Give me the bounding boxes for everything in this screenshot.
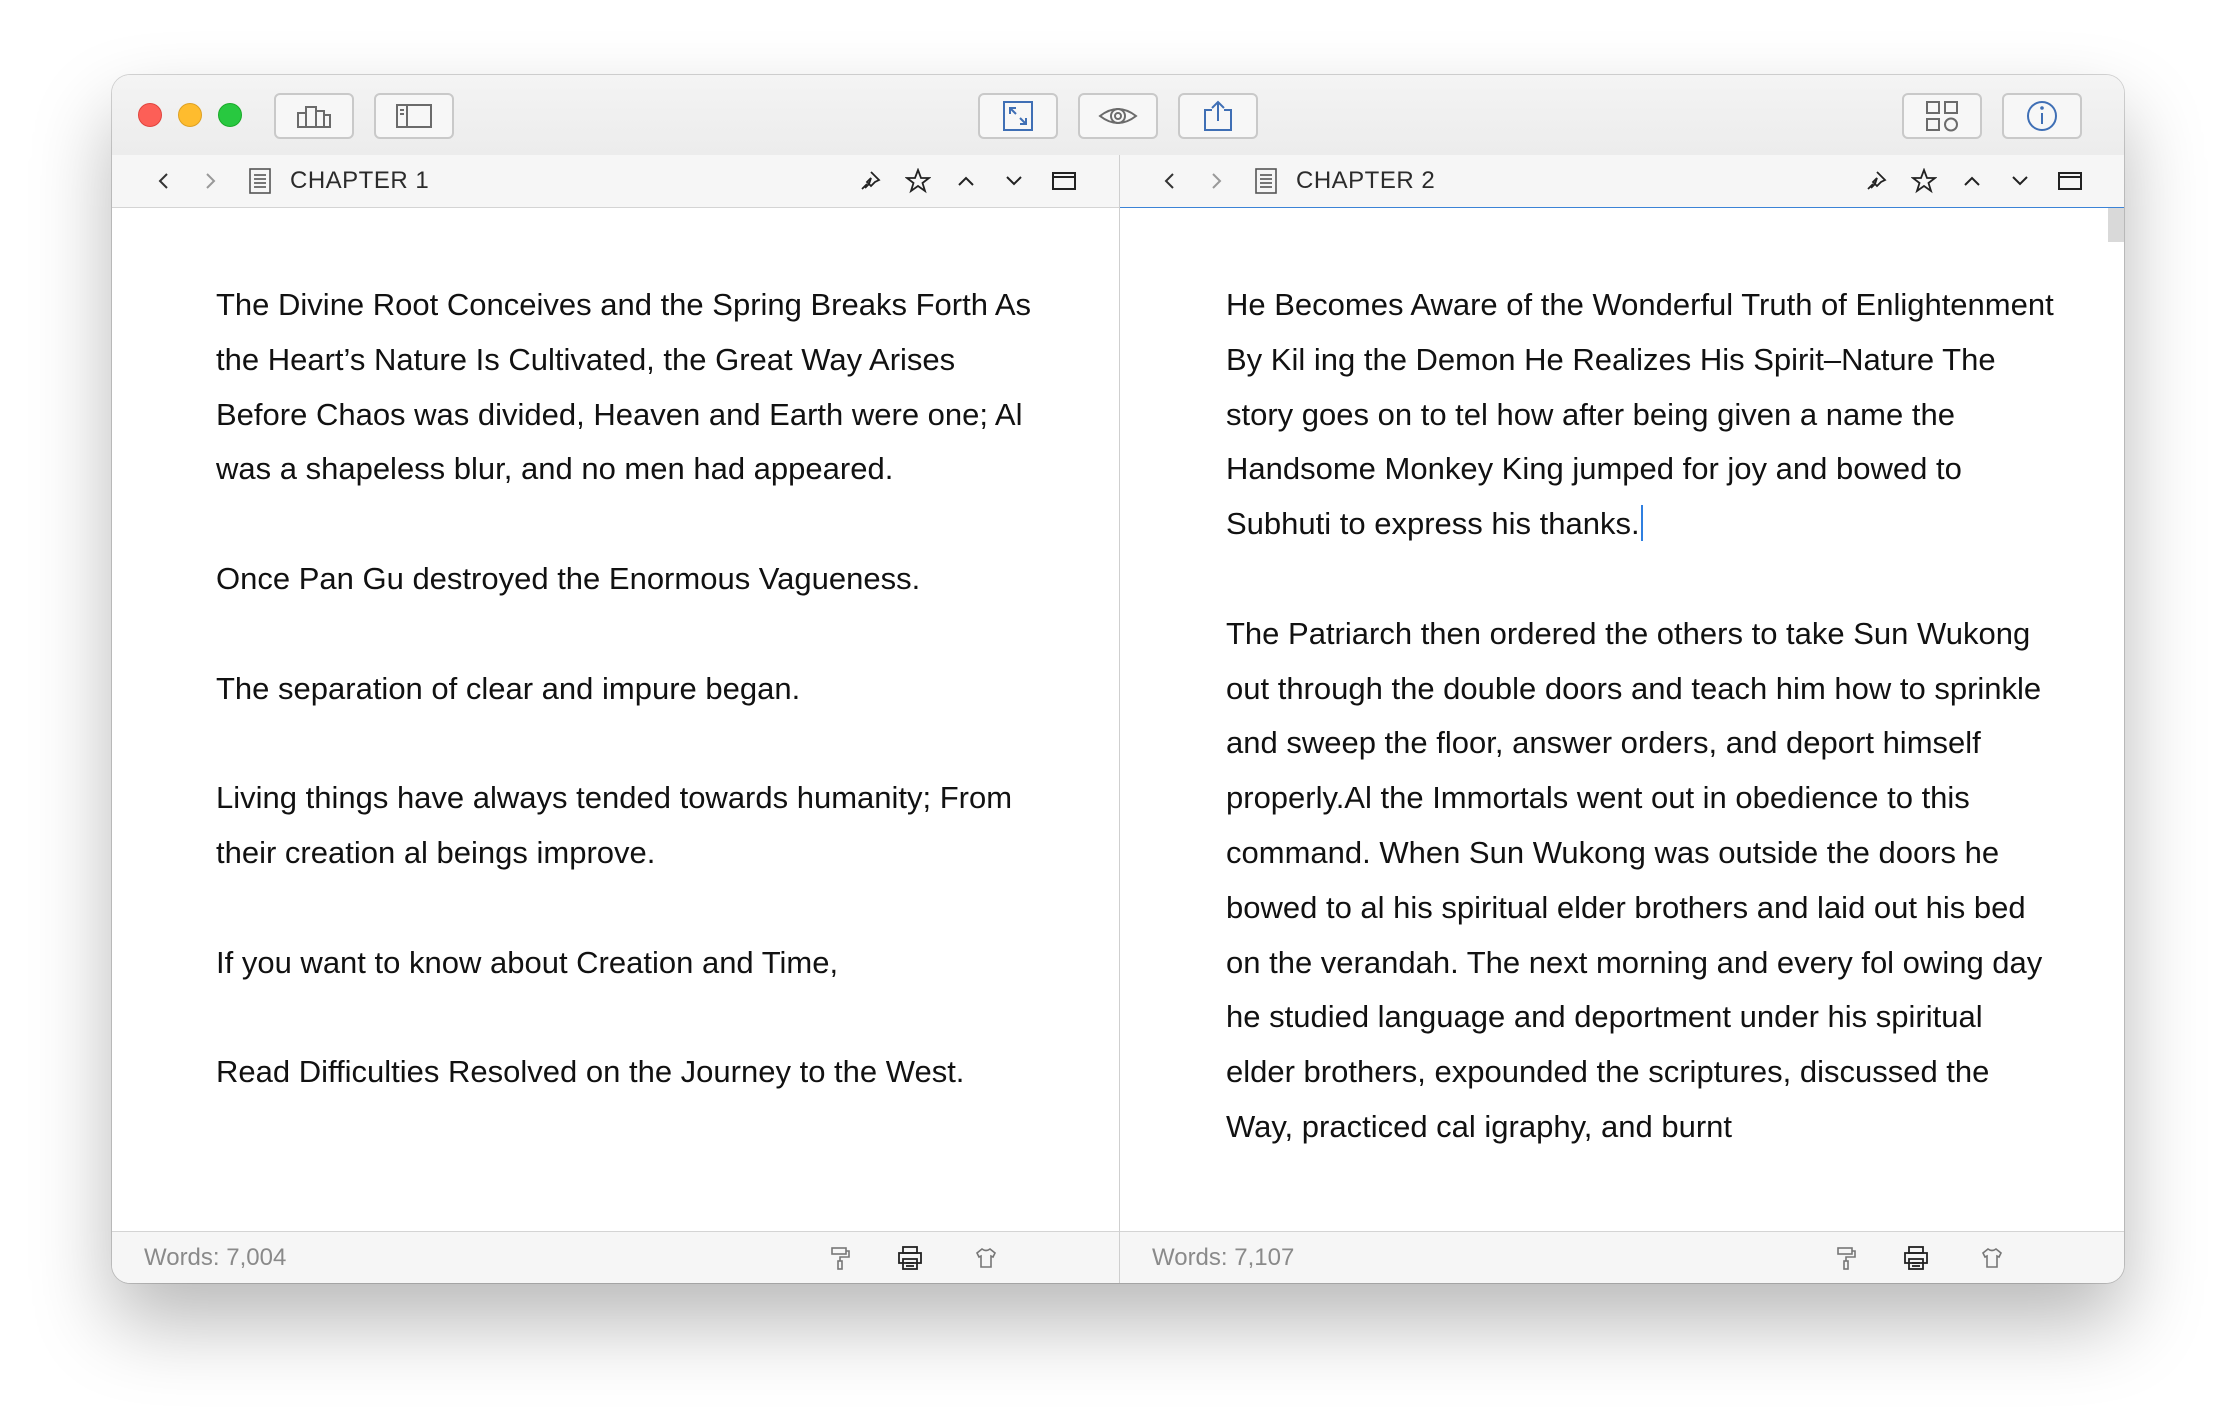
preview-button[interactable] [1078, 93, 1158, 139]
document-icon [1248, 155, 1284, 207]
pin-button[interactable] [852, 155, 888, 207]
forward-button[interactable] [1198, 155, 1234, 207]
paragraph-text[interactable]: He Becomes Aware of the Wonderful Truth … [1226, 287, 2054, 541]
eye-icon [1098, 108, 1138, 124]
right-footer: Words: 7,107 [1120, 1231, 2124, 1283]
synopsis-button[interactable] [968, 1232, 1004, 1283]
info-button[interactable] [2002, 93, 2082, 139]
word-count: Words: 7,107 [1152, 1244, 1295, 1271]
expand-arrows-icon [1003, 101, 1033, 131]
split-view-button[interactable] [2052, 155, 2088, 207]
printer-icon [1904, 1246, 1928, 1270]
paragraph[interactable]: The Patriarch then ordered the others to… [1226, 607, 2056, 1155]
chevron-up-icon [1964, 176, 1980, 186]
printer-icon [898, 1246, 922, 1270]
text-cursor [1640, 505, 1643, 542]
close-window-button[interactable] [138, 103, 162, 127]
star-icon [905, 168, 931, 194]
back-button[interactable] [1152, 155, 1188, 207]
pin-button[interactable] [1858, 155, 1894, 207]
next-document-button[interactable] [996, 155, 1032, 207]
corkboard-button[interactable] [1902, 93, 1982, 139]
target-button[interactable] [1898, 1232, 1934, 1283]
paragraph[interactable]: Living things have always tended towards… [216, 771, 1036, 881]
window-icon [2058, 172, 2082, 190]
split-view-button[interactable] [1046, 155, 1082, 207]
app-window: CHAPTER 1 CHAPTER 2 The Divine Root Conc… [112, 75, 2124, 1283]
shirt-icon [975, 1247, 997, 1268]
window-icon [1052, 172, 1076, 190]
paint-roller-icon [831, 1247, 850, 1270]
chapter-title[interactable]: CHAPTER 2 [1296, 155, 1435, 207]
synopsis-button[interactable] [1974, 1232, 2010, 1283]
right-editor[interactable]: He Becomes Aware of the Wonderful Truth … [1120, 208, 2124, 1231]
star-icon [1911, 168, 1937, 194]
maximize-window-button[interactable] [218, 103, 242, 127]
scrollbar-thumb[interactable] [2108, 208, 2124, 242]
paragraph[interactable]: The Divine Root Conceives and the Spring… [216, 278, 1036, 497]
back-button[interactable] [146, 155, 182, 207]
paragraph[interactable]: If you want to know about Creation and T… [216, 936, 1036, 991]
right-pane-header: CHAPTER 2 [1120, 155, 2124, 209]
paragraph[interactable]: Once Pan Gu destroyed the Enormous Vague… [216, 552, 1036, 607]
pin-icon [861, 171, 881, 190]
formatting-button[interactable] [1828, 1232, 1864, 1283]
chevron-down-icon [1006, 176, 1022, 186]
previous-document-button[interactable] [948, 155, 984, 207]
left-editor[interactable]: The Divine Root Conceives and the Spring… [112, 208, 1119, 1231]
info-icon [2027, 101, 2057, 131]
export-button[interactable] [1178, 93, 1258, 139]
pin-icon [1867, 171, 1887, 190]
paragraph[interactable]: Read Difficulties Resolved on the Journe… [216, 1045, 1036, 1100]
bookmark-button[interactable] [1906, 155, 1942, 207]
previous-document-button[interactable] [1954, 155, 1990, 207]
formatting-button[interactable] [822, 1232, 858, 1283]
chevron-down-icon [2012, 176, 2028, 186]
grid-shapes-icon [1926, 101, 1958, 132]
left-footer: Words: 7,004 [112, 1231, 1119, 1283]
paragraph[interactable]: The separation of clear and impure began… [216, 662, 1036, 717]
chapter-title[interactable]: CHAPTER 1 [290, 155, 429, 207]
document-icon [242, 155, 278, 207]
share-icon [1204, 100, 1232, 131]
chevron-left-icon [1164, 173, 1174, 189]
editor-text[interactable]: The Divine Root Conceives and the Spring… [216, 278, 1036, 1155]
editor-text[interactable]: He Becomes Aware of the Wonderful Truth … [1226, 278, 2056, 1210]
binder-toolbar-button[interactable] [274, 93, 354, 139]
bookmark-button[interactable] [900, 155, 936, 207]
shirt-icon [1981, 1247, 2003, 1268]
next-document-button[interactable] [2002, 155, 2038, 207]
paragraph[interactable]: He Becomes Aware of the Wonderful Truth … [1226, 278, 2056, 552]
paint-roller-icon [1837, 1247, 1856, 1270]
title-bar [112, 75, 2124, 156]
left-pane-header: CHAPTER 1 [112, 155, 1119, 208]
forward-button[interactable] [192, 155, 228, 207]
sidebar-icon [396, 104, 432, 128]
target-button[interactable] [892, 1232, 928, 1283]
word-count: Words: 7,004 [144, 1244, 287, 1271]
minimize-window-button[interactable] [178, 103, 202, 127]
chevron-right-icon [1212, 173, 1222, 189]
chevron-up-icon [958, 176, 974, 186]
composition-mode-button[interactable] [978, 93, 1058, 139]
chevron-right-icon [206, 173, 216, 189]
sidebar-toolbar-button[interactable] [374, 93, 454, 139]
building-icon [297, 106, 331, 128]
chevron-left-icon [158, 173, 168, 189]
